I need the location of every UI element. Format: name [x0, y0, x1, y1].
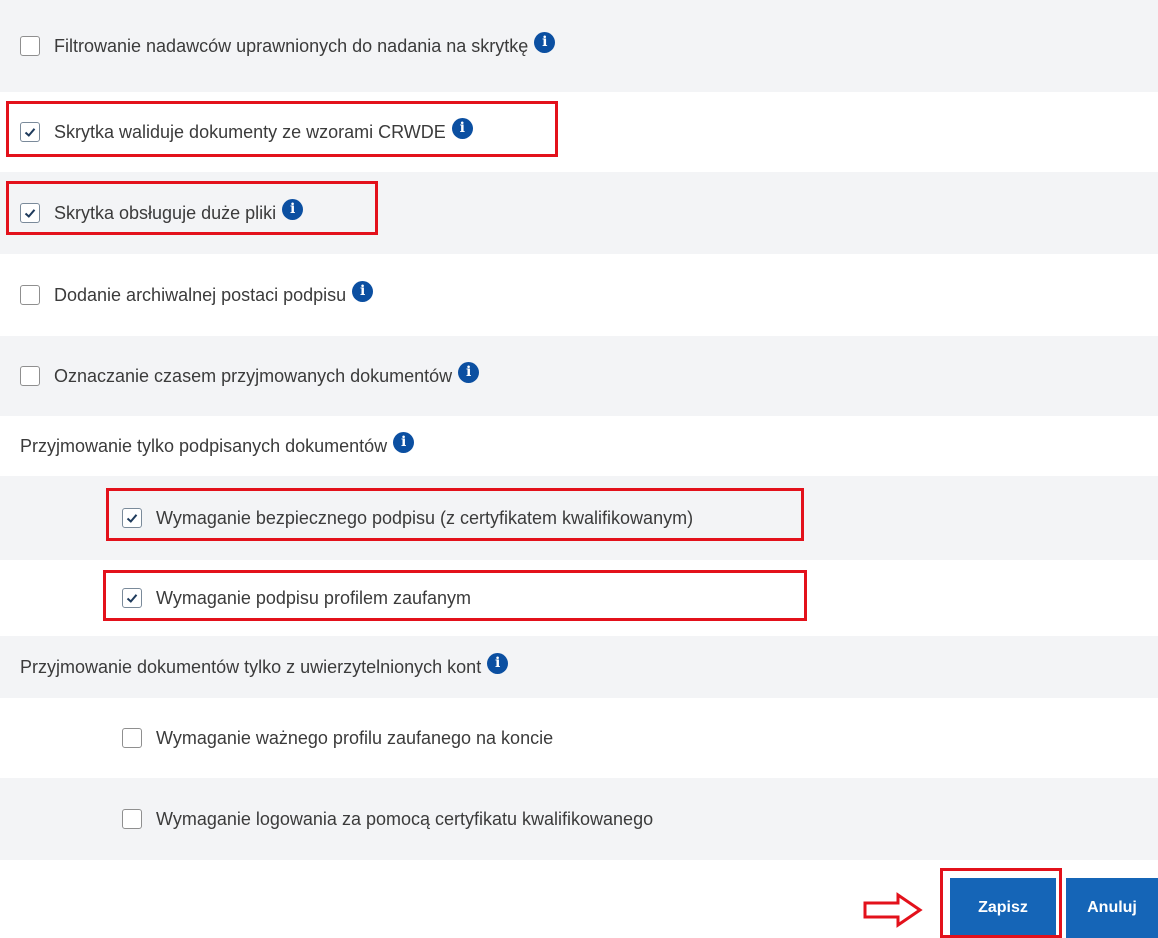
option-row-wazny-profil: Wymaganie ważnego profilu zaufanego na k…	[0, 698, 1158, 778]
info-icon[interactable]: i	[451, 117, 473, 139]
option-label: Filtrowanie nadawców uprawnionych do nad…	[54, 35, 529, 56]
checkbox-profil-zaufany[interactable]	[122, 588, 142, 608]
option-label: Wymaganie bezpiecznego podpisu (z certyf…	[156, 507, 694, 528]
option-row-bezpieczny-podpis: Wymaganie bezpiecznego podpisu (z certyf…	[0, 476, 1158, 560]
option-label: Oznaczanie czasem przyjmowanych dokument…	[54, 365, 453, 386]
option-row-archiwalna: Dodanie archiwalnej postaci podpisu i	[0, 254, 1158, 336]
group-heading-label: Przyjmowanie tylko podpisanych dokumentó…	[20, 435, 388, 456]
group-heading-signed: Przyjmowanie tylko podpisanych dokumentó…	[0, 416, 1158, 476]
option-label: Skrytka obsługuje duże pliki	[54, 202, 277, 223]
checkbox-walidacja[interactable]	[20, 122, 40, 142]
option-label: Wymaganie ważnego profilu zaufanego na k…	[156, 727, 554, 748]
info-icon[interactable]: i	[534, 31, 556, 53]
arrow-right-icon	[863, 892, 923, 928]
option-row-certyfikat-logowanie: Wymaganie logowania za pomocą certyfikat…	[0, 778, 1158, 860]
cancel-button[interactable]: Anuluj	[1066, 878, 1158, 938]
info-icon[interactable]: i	[393, 431, 415, 453]
checkbox-czas[interactable]	[20, 366, 40, 386]
group-heading-label: Przyjmowanie dokumentów tylko z uwierzyt…	[20, 656, 482, 677]
checkbox-archiwalna[interactable]	[20, 285, 40, 305]
option-row-filtrowanie: Filtrowanie nadawców uprawnionych do nad…	[0, 0, 1158, 92]
option-label: Wymaganie podpisu profilem zaufanym	[156, 587, 471, 608]
info-icon[interactable]: i	[458, 361, 480, 383]
checkbox-duze-pliki[interactable]	[20, 203, 40, 223]
checkbox-wazny-profil[interactable]	[122, 728, 142, 748]
checkbox-certyfikat-logowanie[interactable]	[122, 809, 142, 829]
option-row-duze-pliki: Skrytka obsługuje duże pliki i	[0, 172, 1158, 254]
info-icon[interactable]: i	[352, 280, 374, 302]
option-label: Dodanie archiwalnej postaci podpisu	[54, 284, 347, 305]
option-label: Wymaganie logowania za pomocą certyfikat…	[156, 808, 654, 829]
checkbox-filtrowanie[interactable]	[20, 36, 40, 56]
option-row-profil-zaufany: Wymaganie podpisu profilem zaufanym	[0, 560, 1158, 636]
checkbox-bezpieczny-podpis[interactable]	[122, 508, 142, 528]
option-row-walidacja: Skrytka waliduje dokumenty ze wzorami CR…	[0, 92, 1158, 172]
info-icon[interactable]: i	[282, 198, 304, 220]
save-button[interactable]: Zapisz	[950, 878, 1056, 938]
info-icon[interactable]: i	[487, 652, 509, 674]
group-heading-auth: Przyjmowanie dokumentów tylko z uwierzyt…	[0, 636, 1158, 698]
option-label: Skrytka waliduje dokumenty ze wzorami CR…	[54, 121, 446, 142]
option-row-czas: Oznaczanie czasem przyjmowanych dokument…	[0, 336, 1158, 416]
